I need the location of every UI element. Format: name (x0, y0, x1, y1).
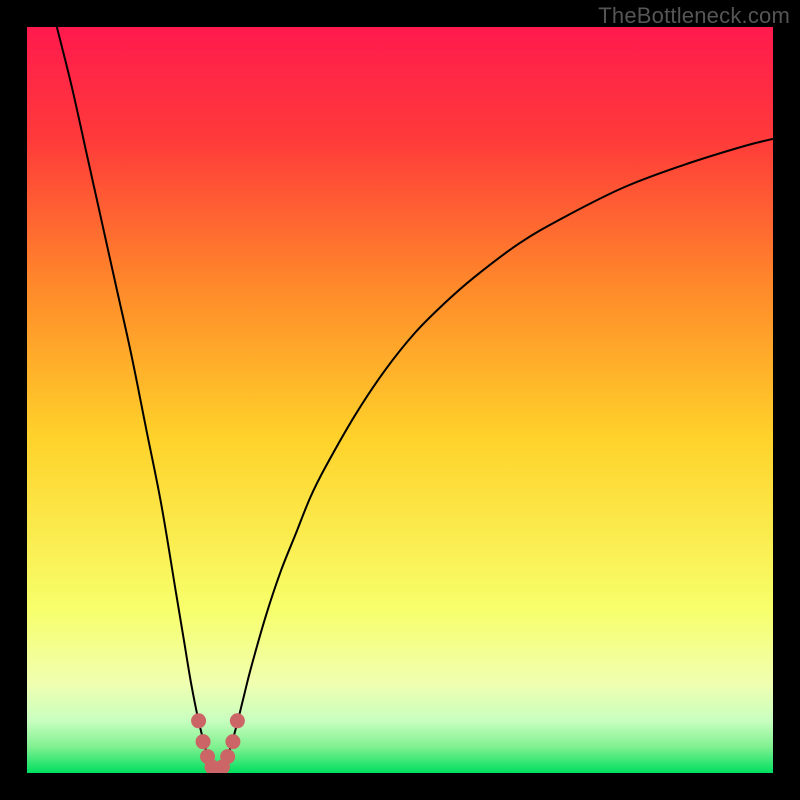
valley-marker-dot (196, 734, 211, 749)
gradient-background (27, 27, 773, 773)
valley-marker-dot (191, 713, 206, 728)
watermark-text: TheBottleneck.com (598, 3, 790, 29)
plot-area (27, 27, 773, 773)
valley-marker-dot (225, 734, 240, 749)
valley-marker-dot (230, 713, 245, 728)
valley-marker-dot (220, 749, 235, 764)
chart-frame: TheBottleneck.com (0, 0, 800, 800)
chart-svg (27, 27, 773, 773)
